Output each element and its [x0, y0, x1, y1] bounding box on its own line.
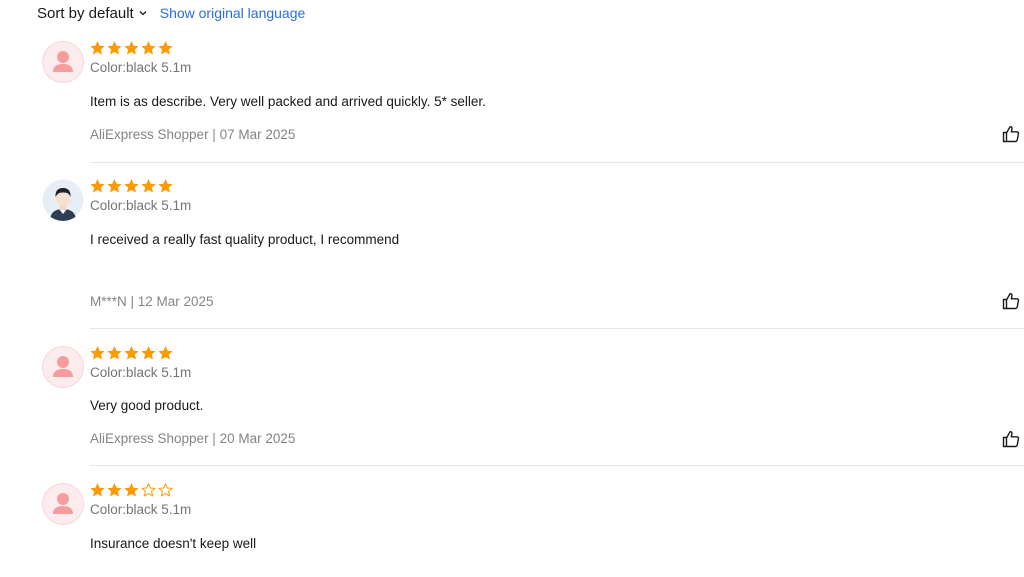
- show-original-language-link[interactable]: Show original language: [160, 5, 306, 21]
- star-filled-icon: [124, 346, 139, 360]
- star-filled-icon: [158, 179, 173, 193]
- review-sku: Color:black 5.1m: [90, 198, 192, 213]
- star-filled-icon: [90, 483, 105, 497]
- review-meta: AliExpress Shopper | 07 Mar 2025: [90, 127, 296, 142]
- review-sku: Color:black 5.1m: [90, 502, 192, 517]
- thumbs-up-icon[interactable]: [1002, 292, 1020, 310]
- review-divider: [90, 162, 1024, 163]
- review-meta: AliExpress Shopper | 20 Mar 2025: [90, 431, 296, 446]
- review-content: Color:black 5.1m Very good product. AliE…: [90, 346, 1024, 446]
- star-filled-icon: [158, 346, 173, 360]
- review-sku: Color:black 5.1m: [90, 365, 192, 380]
- star-filled-icon: [107, 483, 122, 497]
- review-content: Color:black 5.1m Insurance doesn't keep …: [90, 483, 1024, 551]
- default-avatar: [42, 483, 84, 525]
- review-toolbar: Sort by default Show original language: [37, 4, 305, 22]
- star-rating: [90, 41, 1024, 55]
- star-rating: [90, 179, 1024, 193]
- star-filled-icon: [90, 41, 105, 55]
- star-filled-icon: [124, 179, 139, 193]
- review-text: Insurance doesn't keep well: [90, 536, 257, 551]
- sort-dropdown[interactable]: Sort by default: [37, 5, 148, 22]
- star-filled-icon: [90, 179, 105, 193]
- star-filled-icon: [124, 483, 139, 497]
- review-content: Color:black 5.1m Item is as describe. Ve…: [90, 41, 1024, 142]
- star-filled-icon: [158, 41, 173, 55]
- review-sku: Color:black 5.1m: [90, 60, 192, 75]
- star-filled-icon: [107, 179, 122, 193]
- star-rating: [90, 346, 1024, 360]
- star-filled-icon: [124, 41, 139, 55]
- star-rating: [90, 483, 1024, 497]
- review-divider: [90, 465, 1024, 466]
- star-filled-icon: [141, 179, 156, 193]
- review-content: Color:black 5.1m I received a really fas…: [90, 179, 1024, 309]
- review-text: I received a really fast quality product…: [90, 232, 400, 247]
- review-text: Very good product.: [90, 398, 204, 413]
- review-divider: [90, 328, 1024, 329]
- thumbs-up-icon[interactable]: [1002, 430, 1020, 448]
- star-filled-icon: [141, 346, 156, 360]
- star-empty-icon: [158, 483, 173, 497]
- default-avatar: [42, 41, 84, 83]
- chevron-down-icon: [138, 8, 148, 18]
- thumbs-up-icon[interactable]: [1002, 125, 1020, 143]
- star-empty-icon: [141, 483, 156, 497]
- default-avatar: [42, 346, 84, 388]
- sort-label: Sort by default: [37, 4, 134, 22]
- star-filled-icon: [107, 346, 122, 360]
- star-filled-icon: [90, 346, 105, 360]
- review-text: Item is as describe. Very well packed an…: [90, 94, 486, 109]
- review-meta: M***N | 12 Mar 2025: [90, 294, 214, 309]
- user-avatar: [42, 179, 84, 221]
- star-filled-icon: [107, 41, 122, 55]
- star-filled-icon: [141, 41, 156, 55]
